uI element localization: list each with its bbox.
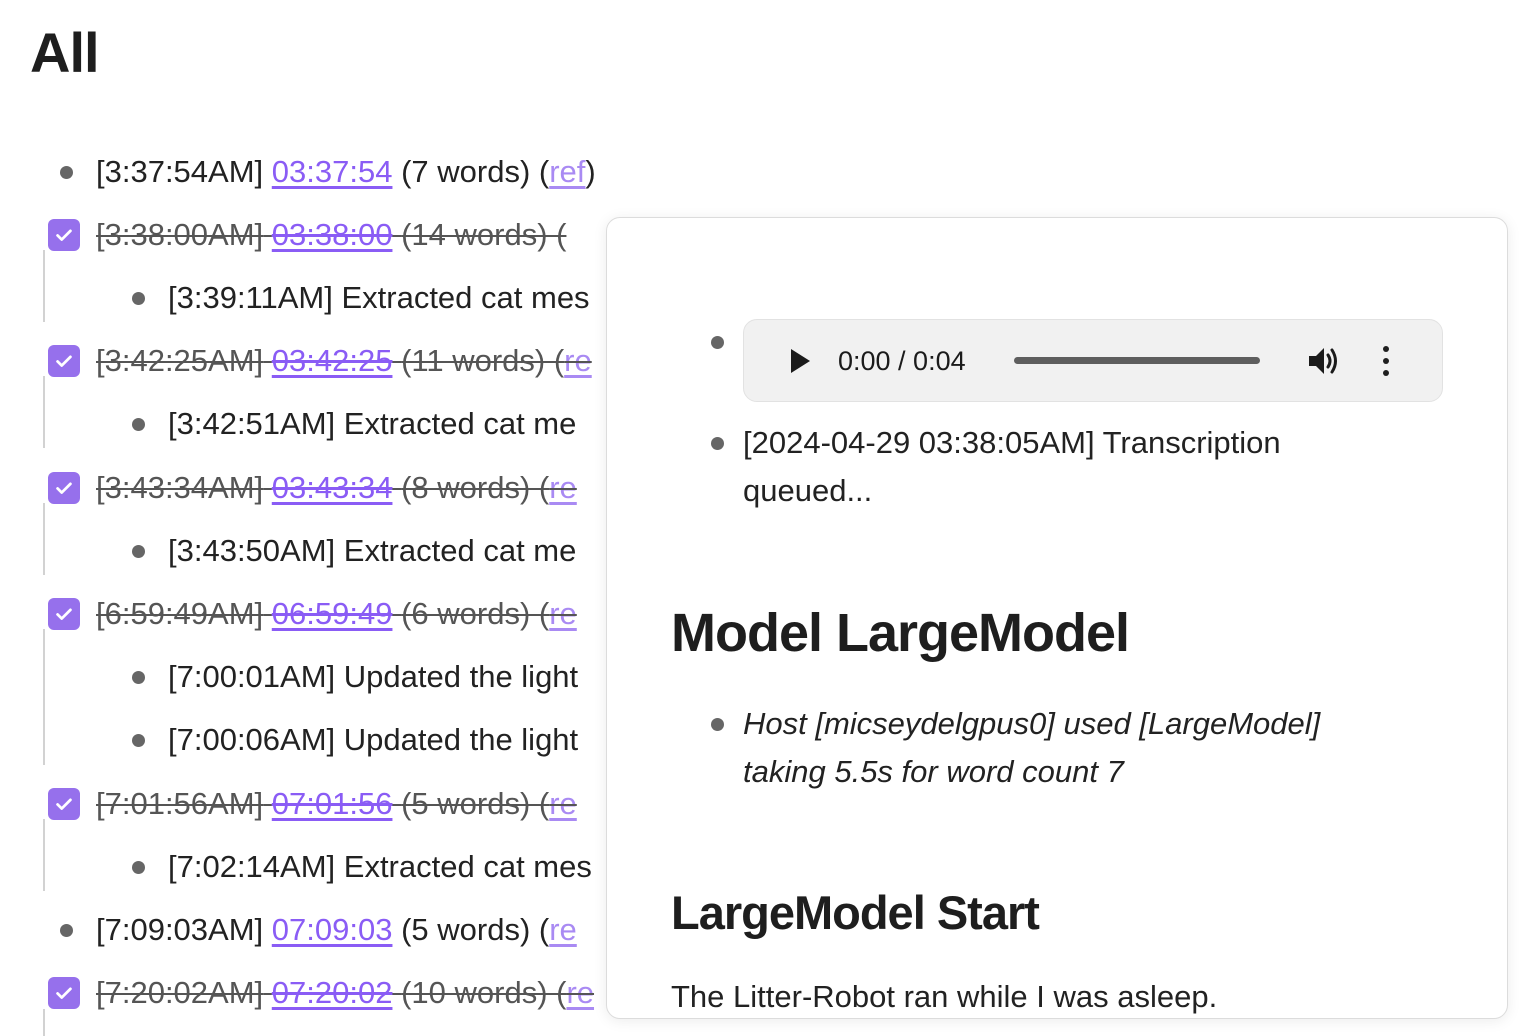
check-icon bbox=[56, 229, 72, 241]
child-text: [3:39:11AM] Extracted cat mes bbox=[168, 280, 590, 315]
child-text: [7:00:06AM] Updated the light bbox=[168, 722, 579, 757]
word-count: (8 words) ( bbox=[401, 470, 550, 505]
word-count: (5 words) ( bbox=[401, 912, 550, 947]
more-vert-icon[interactable] bbox=[1380, 346, 1392, 378]
bullet-icon bbox=[132, 861, 145, 874]
timestamp-link[interactable]: 07:01:56 bbox=[272, 786, 393, 821]
timestamp-link[interactable]: 03:43:34 bbox=[272, 470, 393, 505]
child-text: [3:43:50AM] Extracted cat me bbox=[168, 533, 577, 568]
timestamp-link[interactable]: 06:59:49 bbox=[272, 596, 393, 631]
ref-link[interactable]: re bbox=[549, 596, 577, 631]
check-icon bbox=[56, 987, 72, 999]
timestamp-link[interactable]: 03:37:54 bbox=[272, 154, 393, 189]
audio-time: 0:00 / 0:04 bbox=[838, 346, 966, 376]
checkbox-checked[interactable] bbox=[48, 598, 80, 630]
entry-time: [6:59:49AM] bbox=[96, 596, 264, 631]
bullet-icon bbox=[132, 671, 145, 684]
nested-guide-line bbox=[43, 376, 45, 448]
nested-guide-line bbox=[43, 503, 45, 575]
entry-time: [3:37:54AM] bbox=[96, 154, 264, 189]
ref-link[interactable]: re bbox=[549, 470, 577, 505]
nested-guide-line bbox=[43, 629, 45, 765]
hover-preview-popover: 0:00 / 0:04 [2024-04-29 03:38:05AM] Tran… bbox=[606, 217, 1508, 1019]
nested-guide-line bbox=[43, 1009, 45, 1036]
play-icon[interactable] bbox=[788, 348, 812, 374]
bullet-icon bbox=[132, 545, 145, 558]
word-count: (11 words) ( bbox=[401, 343, 565, 378]
checkbox-checked[interactable] bbox=[48, 788, 80, 820]
word-count: (5 words) ( bbox=[401, 786, 550, 821]
child-text: [3:42:51AM] Extracted cat me bbox=[168, 406, 577, 441]
check-icon bbox=[56, 608, 72, 620]
word-count: (14 words) ( bbox=[401, 217, 567, 252]
bullet-icon bbox=[60, 924, 73, 937]
checkbox-checked[interactable] bbox=[48, 345, 80, 377]
transcription-status: [2024-04-29 03:38:05AM] Transcription qu… bbox=[743, 425, 1281, 508]
child-text: [7:02:14AM] Extracted cat mes bbox=[168, 849, 592, 884]
word-count: (6 words) ( bbox=[401, 596, 550, 631]
page-title: All bbox=[30, 21, 100, 84]
checkbox-checked[interactable] bbox=[48, 472, 80, 504]
ref-link[interactable]: re bbox=[564, 343, 592, 378]
ref-link[interactable]: ref bbox=[549, 154, 585, 189]
bullet-icon bbox=[711, 437, 724, 450]
checkbox-checked[interactable] bbox=[48, 977, 80, 1009]
bullet-icon bbox=[711, 336, 724, 349]
ref-link[interactable]: re bbox=[549, 786, 577, 821]
bullet-icon bbox=[132, 292, 145, 305]
entry-time: [3:38:00AM] bbox=[96, 217, 264, 252]
host-info: Host [micseydelgpus0] used [LargeModel] … bbox=[743, 706, 1321, 789]
check-icon bbox=[56, 355, 72, 367]
nested-guide-line bbox=[43, 250, 45, 322]
body-text: The Litter-Robot ran while I was asleep. bbox=[671, 979, 1218, 1014]
entry-time: [3:43:34AM] bbox=[96, 470, 264, 505]
audio-player[interactable]: 0:00 / 0:04 bbox=[743, 319, 1443, 402]
timestamp-link[interactable]: 07:09:03 bbox=[272, 912, 393, 947]
bullet-icon bbox=[60, 166, 73, 179]
ref-link[interactable]: re bbox=[549, 912, 577, 947]
timestamp-link[interactable]: 03:38:00 bbox=[272, 217, 393, 252]
ref-link[interactable]: re bbox=[566, 975, 594, 1010]
checkbox-checked[interactable] bbox=[48, 219, 80, 251]
start-heading: LargeModel Start bbox=[671, 886, 1040, 939]
check-icon bbox=[56, 798, 72, 810]
entry-time: [7:09:03AM] bbox=[96, 912, 264, 947]
volume-icon[interactable] bbox=[1306, 344, 1342, 378]
model-heading: Model LargeModel bbox=[671, 603, 1130, 663]
timestamp-link[interactable]: 07:20:02 bbox=[272, 975, 393, 1010]
bullet-icon bbox=[711, 718, 724, 731]
entry-time: [7:20:02AM] bbox=[96, 975, 264, 1010]
nested-guide-line bbox=[43, 819, 45, 891]
word-count: (10 words) ( bbox=[401, 975, 567, 1010]
timestamp-link[interactable]: 03:42:25 bbox=[272, 343, 393, 378]
word-count: (7 words) ( bbox=[401, 154, 550, 189]
bullet-icon bbox=[132, 734, 145, 747]
entry-time: [3:42:25AM] bbox=[96, 343, 264, 378]
check-icon bbox=[56, 482, 72, 494]
bullet-icon bbox=[132, 418, 145, 431]
seek-slider[interactable] bbox=[1014, 357, 1260, 364]
child-text: [7:00:01AM] Updated the light bbox=[168, 659, 579, 694]
entry-time: [7:01:56AM] bbox=[96, 786, 264, 821]
